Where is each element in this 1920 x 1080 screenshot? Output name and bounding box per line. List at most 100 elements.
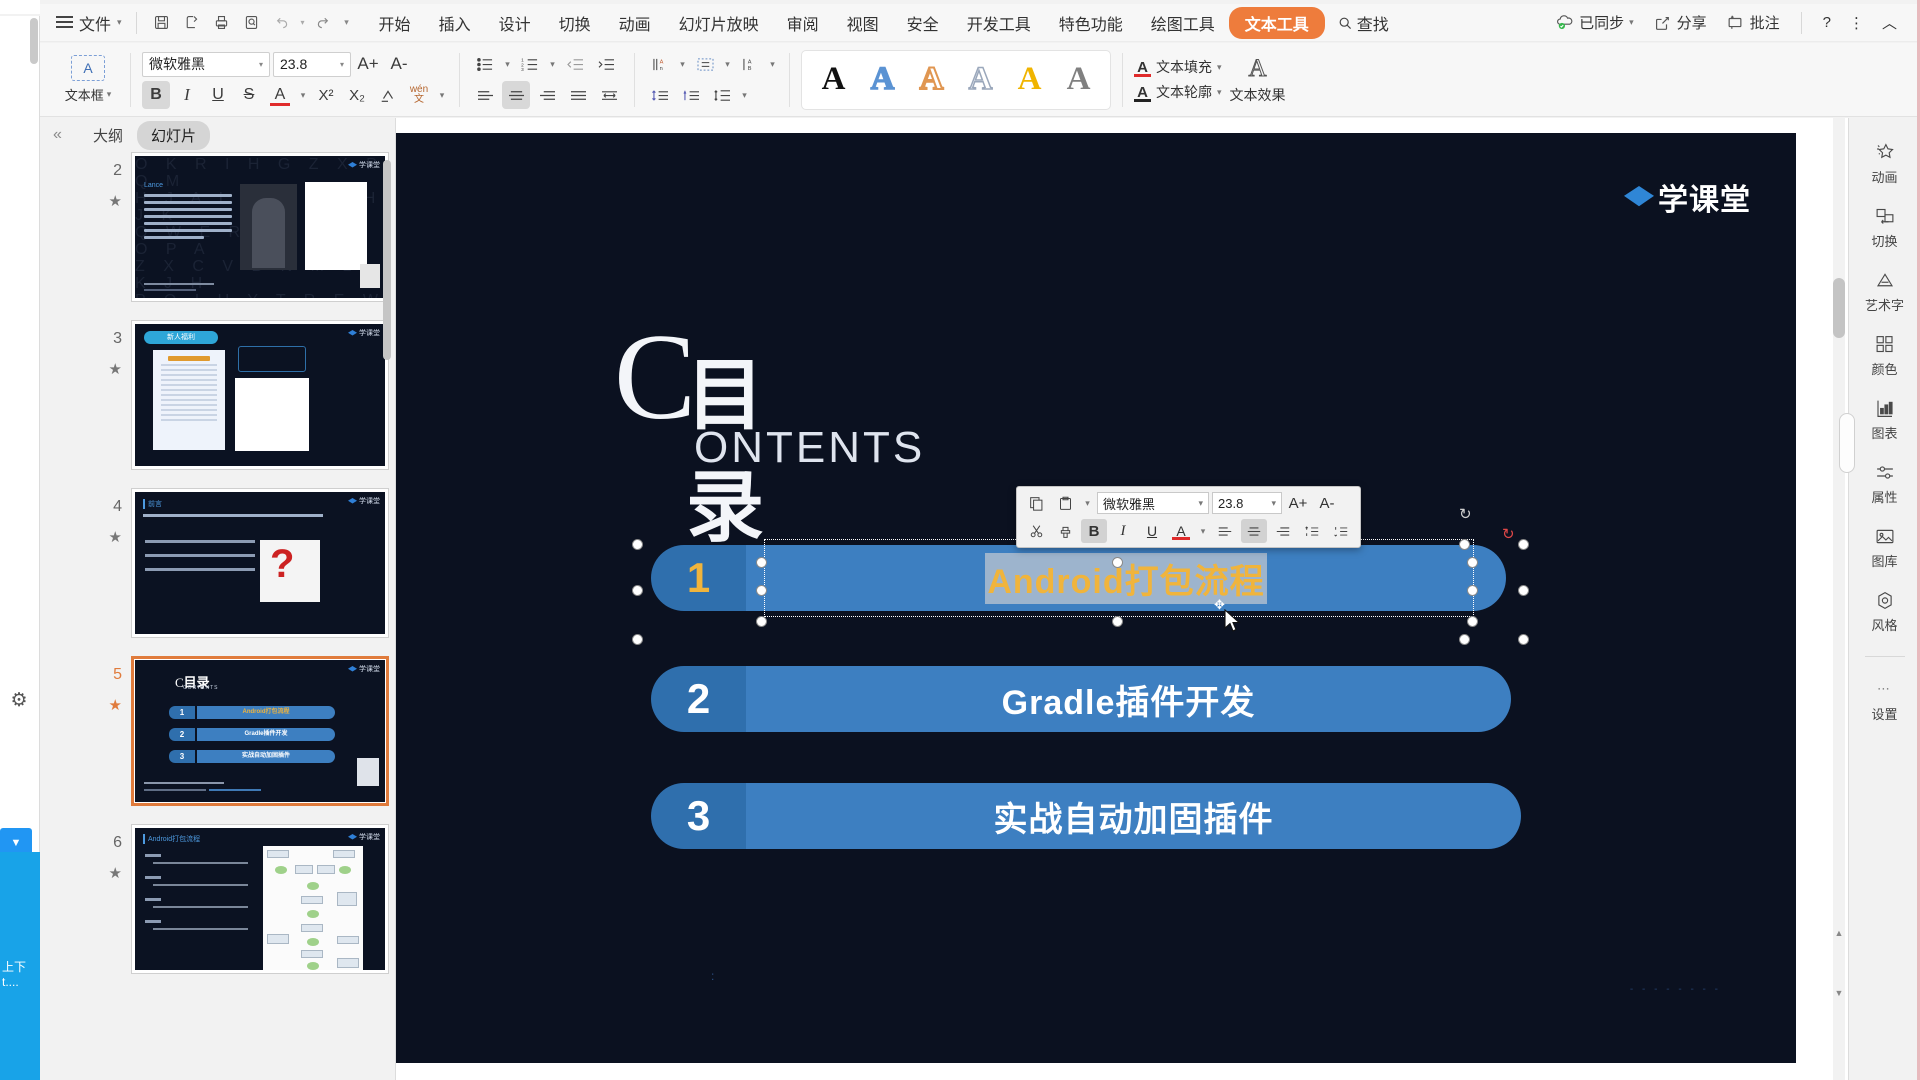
tab-animation[interactable]: 动画 bbox=[605, 7, 665, 39]
resize-handle-ml[interactable] bbox=[632, 585, 643, 596]
tab-design[interactable]: 设计 bbox=[485, 7, 545, 39]
resize-handle-tr[interactable] bbox=[1518, 539, 1529, 550]
more-options-button[interactable]: ⋮ bbox=[1842, 11, 1871, 35]
resize-handle-tl[interactable] bbox=[632, 539, 643, 550]
tab-special-features[interactable]: 特色功能 bbox=[1045, 7, 1137, 39]
text-handle-bl[interactable] bbox=[756, 616, 767, 627]
text-outline-button[interactable]: A 文本轮廓 ▾ bbox=[1134, 82, 1222, 102]
undo-icon[interactable] bbox=[267, 9, 297, 37]
thumbnail-slide-4[interactable]: 4 ★ 学课堂 前言 bbox=[41, 488, 396, 648]
resize-handle-bl[interactable] bbox=[632, 634, 643, 645]
tab-view[interactable]: 视图 bbox=[833, 7, 893, 39]
minibar-italic[interactable]: I bbox=[1110, 519, 1136, 543]
sidebar-item-transition[interactable]: 切换 bbox=[1854, 204, 1916, 250]
search-doc-icon[interactable] bbox=[237, 9, 267, 37]
text-direction-dropdown-icon[interactable]: ▾ bbox=[677, 50, 688, 78]
thumbnail-slide-5[interactable]: 5 ★ 学课堂 C目录 CONTENTS 1 Android打包流程 2 Gra… bbox=[41, 656, 396, 816]
active-slide[interactable]: 学课堂 C 目 录 ONTENTS 1 Android打包流程 2 Gradle bbox=[396, 133, 1796, 1063]
tab-review[interactable]: 审阅 bbox=[773, 7, 833, 39]
wordart-style-black[interactable]: A bbox=[810, 54, 857, 106]
text-handle-br[interactable] bbox=[1467, 616, 1478, 627]
print-preview-icon[interactable] bbox=[177, 9, 207, 37]
tab-developer-tools[interactable]: 开发工具 bbox=[953, 7, 1045, 39]
text-handle-tc[interactable] bbox=[1112, 557, 1123, 568]
collapse-ribbon-button[interactable]: ︿ bbox=[1875, 9, 1904, 36]
font-color-button[interactable]: A bbox=[266, 81, 294, 109]
paragraph-spacing-dropdown-icon[interactable]: ▾ bbox=[739, 81, 750, 109]
clear-format-icon[interactable] bbox=[374, 81, 402, 109]
minibar-font-color[interactable]: A bbox=[1168, 519, 1194, 543]
share-button[interactable]: 分享 bbox=[1645, 9, 1714, 36]
scroll-up-arrow-icon[interactable]: ▲ bbox=[1834, 928, 1844, 938]
canvas-scrollbar-thumb[interactable] bbox=[1833, 278, 1845, 338]
tab-transition[interactable]: 切换 bbox=[545, 7, 605, 39]
wordart-style-blue[interactable]: A bbox=[859, 54, 906, 106]
cut-icon[interactable] bbox=[1023, 519, 1049, 543]
slide-star-icon[interactable]: ★ bbox=[96, 696, 122, 714]
sidebar-collapse-handle[interactable] bbox=[1839, 413, 1855, 473]
columns-icon[interactable]: AB bbox=[736, 50, 764, 78]
align-justify-icon[interactable] bbox=[564, 81, 592, 109]
minibar-align-left-icon[interactable] bbox=[1212, 519, 1238, 543]
align-left-icon[interactable] bbox=[471, 81, 499, 109]
text-fill-button[interactable]: A 文本填充 ▾ bbox=[1134, 57, 1222, 77]
tab-outline[interactable]: 大纲 bbox=[79, 121, 137, 150]
text-handle-tl[interactable] bbox=[756, 557, 767, 568]
slide-star-icon[interactable]: ★ bbox=[96, 192, 122, 210]
gear-icon[interactable]: ⚙ bbox=[8, 690, 30, 712]
space-before-icon[interactable] bbox=[646, 81, 674, 109]
rotate-handle-outer[interactable]: ↻ bbox=[1459, 505, 1475, 523]
tab-security[interactable]: 安全 bbox=[893, 7, 953, 39]
space-after-icon[interactable] bbox=[677, 81, 705, 109]
columns-dropdown-icon[interactable]: ▾ bbox=[767, 50, 778, 78]
tab-slides[interactable]: 幻灯片 bbox=[137, 120, 211, 150]
phonetic-guide-button[interactable]: wén 文 bbox=[405, 81, 433, 109]
sidebar-item-settings[interactable]: ⋯ 设置 bbox=[1854, 677, 1916, 723]
bullet-list-icon[interactable] bbox=[471, 50, 499, 78]
phonetic-dropdown-icon[interactable]: ▾ bbox=[436, 81, 448, 109]
resize-handle-mr[interactable] bbox=[1518, 585, 1529, 596]
slide-star-icon[interactable]: ★ bbox=[96, 864, 122, 882]
help-button[interactable]: ? bbox=[1816, 11, 1838, 34]
align-distribute-icon[interactable] bbox=[595, 81, 623, 109]
superscript-button[interactable]: X² bbox=[312, 81, 340, 109]
print-icon[interactable] bbox=[207, 9, 237, 37]
minibar-font-select[interactable]: 微软雅黑 ▾ bbox=[1097, 492, 1209, 514]
format-painter-icon[interactable] bbox=[1052, 519, 1078, 543]
align-text-icon[interactable] bbox=[691, 50, 719, 78]
paste-icon[interactable] bbox=[1052, 491, 1078, 515]
minibar-color-dropdown-icon[interactable]: ▾ bbox=[1197, 519, 1209, 543]
file-menu-button[interactable]: 文件 ▾ bbox=[52, 9, 126, 37]
font-color-dropdown-icon[interactable]: ▾ bbox=[297, 81, 309, 109]
textbox-button[interactable]: A 文本框 ▾ bbox=[57, 55, 119, 104]
slide-star-icon[interactable]: ★ bbox=[96, 360, 122, 378]
numbering-dropdown-icon[interactable]: ▾ bbox=[547, 50, 558, 78]
sidebar-item-style[interactable]: 风格 bbox=[1854, 588, 1916, 634]
decrease-indent-icon[interactable] bbox=[561, 50, 589, 78]
minibar-align-center-icon[interactable] bbox=[1241, 519, 1267, 543]
align-right-icon[interactable] bbox=[533, 81, 561, 109]
minibar-align-right-icon[interactable] bbox=[1270, 519, 1296, 543]
resize-handle-tc[interactable] bbox=[1459, 539, 1470, 550]
font-family-select[interactable]: 微软雅黑 ▾ bbox=[142, 51, 270, 77]
scroll-down-arrow-icon[interactable]: ▼ bbox=[1834, 988, 1844, 998]
tab-start[interactable]: 开始 bbox=[365, 7, 425, 39]
text-effects-button[interactable]: A 文本效果 bbox=[1230, 54, 1286, 105]
resize-handle-bc[interactable] bbox=[1459, 634, 1470, 645]
font-size-select[interactable]: 23.8 ▾ bbox=[273, 51, 351, 77]
rotate-handle-inner[interactable]: ↻ bbox=[1502, 525, 1518, 543]
slide-star-icon[interactable]: ★ bbox=[96, 528, 122, 546]
italic-button[interactable]: I bbox=[173, 81, 201, 109]
underline-button[interactable]: U bbox=[204, 81, 232, 109]
thumbnail-frame-selected[interactable]: 学课堂 C目录 CONTENTS 1 Android打包流程 2 Gradle插… bbox=[131, 656, 389, 806]
tab-slideshow[interactable]: 幻灯片放映 bbox=[665, 7, 773, 39]
align-center-icon[interactable] bbox=[502, 81, 530, 109]
floating-format-toolbar[interactable]: ▾ 微软雅黑 ▾ 23.8 ▾ A+ A- B I U A ▾ bbox=[1016, 486, 1361, 548]
item-bar-3[interactable]: 实战自动加固插件 bbox=[746, 783, 1521, 849]
paragraph-spacing-icon[interactable] bbox=[708, 81, 736, 109]
redo-icon[interactable] bbox=[309, 9, 339, 37]
strikethrough-button[interactable]: S bbox=[235, 81, 263, 109]
comment-button[interactable]: 批注 bbox=[1718, 9, 1787, 36]
thumbnail-list[interactable]: 2 ★ O K R I H G Z X P Q MH J A L S D F G… bbox=[41, 152, 396, 1080]
text-handle-tr[interactable] bbox=[1467, 557, 1478, 568]
